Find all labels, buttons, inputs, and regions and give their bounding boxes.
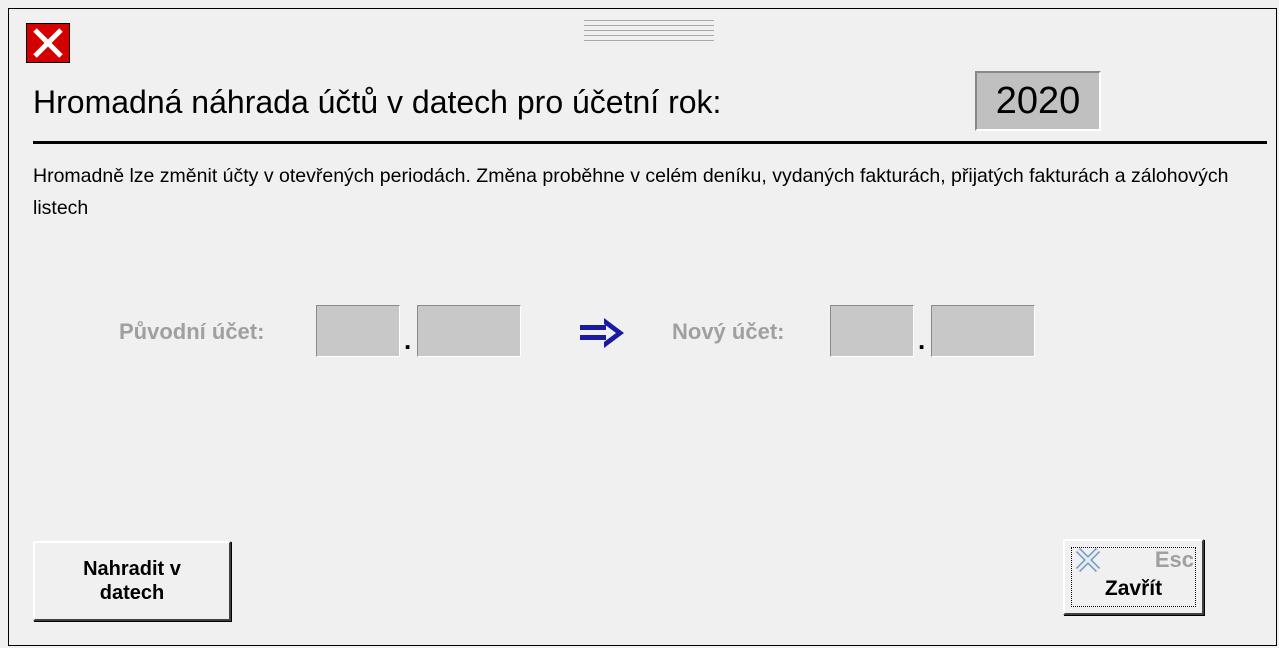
original-account-part1-input[interactable]	[316, 305, 400, 357]
title-divider	[33, 141, 1267, 144]
close-button[interactable]: Esc Zavřít	[1063, 539, 1204, 615]
close-icon[interactable]	[26, 23, 70, 63]
replace-button-label: Nahradit v datech	[83, 558, 181, 604]
new-account-label: Nový účet:	[672, 319, 785, 344]
close-button-label: Zavřít	[1104, 577, 1163, 600]
double-arrow-right-icon	[580, 316, 628, 355]
original-account-separator: .	[404, 325, 412, 355]
original-account-label: Původní účet:	[119, 319, 265, 344]
year-field: 2020	[975, 71, 1101, 131]
close-x-icon	[1075, 547, 1101, 573]
drag-grip-icon[interactable]	[584, 20, 714, 48]
new-account-separator: .	[918, 325, 926, 355]
new-account-part1-input[interactable]	[830, 305, 914, 357]
original-account-part2-input[interactable]	[417, 305, 521, 357]
replace-in-data-button[interactable]: Nahradit v datech	[33, 541, 231, 621]
description-text: Hromadně lze změnit účty v otevřených pe…	[33, 165, 1229, 219]
new-account-part2-input[interactable]	[931, 305, 1035, 357]
dialog-title: Hromadná náhrada účtů v datech pro účetn…	[33, 84, 722, 120]
esc-shortcut-label: Esc	[1154, 547, 1194, 572]
